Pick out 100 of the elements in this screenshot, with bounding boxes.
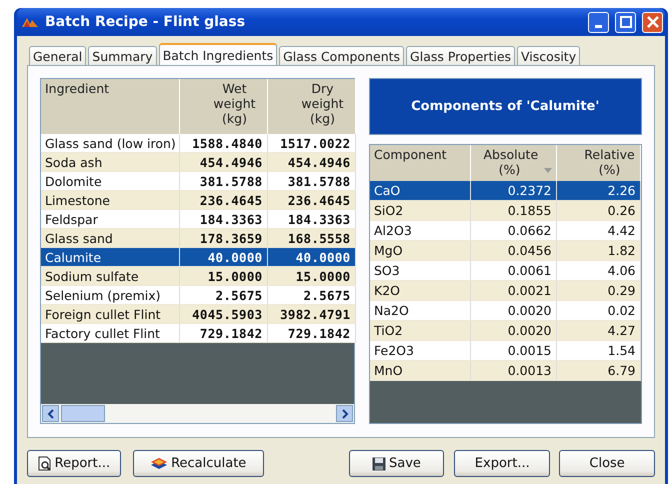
table-cell: SO3 (370, 260, 470, 280)
table-cell: MgO (370, 240, 470, 260)
table-row[interactable]: TiO2 0.0020 4.27 (370, 320, 640, 340)
table-cell: 1.82 (556, 240, 640, 260)
table-cell: 3982.4791 (267, 304, 355, 324)
table-row[interactable]: Calumite 40.0000 40.0000 (41, 248, 355, 266)
column-header[interactable]: Dry weight (kg) (267, 79, 355, 134)
table-row[interactable]: Foreign cullet Flint 4045.5903 3982.4791 (41, 304, 355, 324)
maximize-button[interactable] (615, 12, 636, 32)
table-cell: 0.2372 (470, 181, 556, 200)
table-row[interactable]: Factory cullet Flint 729.1842 729.1842 (41, 324, 355, 342)
close-icon (646, 16, 658, 28)
tab[interactable]: Viscosity (517, 46, 580, 65)
table-cell: 4.42 (556, 220, 640, 240)
table-cell: Al2O3 (370, 220, 470, 240)
table-cell: 1588.4840 (179, 134, 267, 152)
table-cell: 4.27 (556, 320, 640, 340)
action-button[interactable]: Save (348, 450, 444, 477)
table-cell: Foreign cullet Flint (41, 304, 179, 324)
table-cell: 381.5788 (179, 172, 267, 190)
table-row[interactable]: SO3 0.0061 4.06 (370, 260, 640, 280)
table-cell: Soda ash (41, 152, 179, 172)
scroll-thumb[interactable] (61, 405, 105, 422)
table-cell: Factory cullet Flint (41, 324, 179, 342)
table-cell: 454.4946 (179, 152, 267, 172)
tab[interactable]: Glass Components (279, 46, 404, 65)
column-header[interactable]: Absolute (%) (470, 145, 556, 181)
tab[interactable]: General (29, 46, 86, 65)
app-logo-icon (21, 16, 39, 28)
table-row[interactable]: K2O 0.0021 0.29 (370, 280, 640, 300)
table-cell: 2.5675 (179, 286, 267, 304)
table-cell: 2.5675 (267, 286, 355, 304)
table-row[interactable]: CaO 0.2372 2.26 (370, 181, 640, 200)
table-cell: 729.1842 (267, 324, 355, 342)
table-cell: 729.1842 (179, 324, 267, 342)
table-cell: 0.0456 (470, 240, 556, 260)
table-cell: Limestone (41, 190, 179, 210)
table-cell: 236.4645 (179, 190, 267, 210)
table-row[interactable]: Glass sand (low iron) 1588.4840 1517.0022 (41, 134, 355, 152)
table-cell: 4045.5903 (179, 304, 267, 324)
table-cell: Selenium (premix) (41, 286, 179, 304)
table-cell: Sodium sulfate (41, 266, 179, 286)
table-row[interactable]: Al2O3 0.0662 4.42 (370, 220, 640, 240)
table-cell: 40.0000 (267, 248, 355, 266)
horizontal-scrollbar[interactable] (41, 404, 354, 423)
column-header[interactable]: Wet weight (kg) (179, 79, 267, 134)
table-cell: 0.0061 (470, 260, 556, 280)
table-cell: 184.3363 (267, 210, 355, 228)
column-header[interactable]: Component (370, 145, 470, 181)
table-row[interactable]: Dolomite 381.5788 381.5788 (41, 172, 355, 190)
close-window-button[interactable] (642, 12, 663, 32)
table-row[interactable]: SiO2 0.1855 0.26 (370, 200, 640, 220)
table-cell: 184.3363 (179, 210, 267, 228)
table-cell: Glass sand (low iron) (41, 134, 179, 152)
table-cell: 381.5788 (267, 172, 355, 190)
sort-caret-icon (544, 168, 552, 174)
table-cell: SiO2 (370, 200, 470, 220)
action-button[interactable]: Close (559, 450, 655, 477)
layers-icon (150, 456, 168, 471)
table-row[interactable]: Selenium (premix) 2.5675 2.5675 (41, 286, 355, 304)
table-row[interactable]: Limestone 236.4645 236.4645 (41, 190, 355, 210)
scroll-right-button[interactable] (336, 405, 353, 422)
table-cell: 454.4946 (267, 152, 355, 172)
table-cell: 40.0000 (179, 248, 267, 266)
chevron-right-icon (340, 408, 348, 418)
table-cell: 0.26 (556, 200, 640, 220)
chevron-left-icon (46, 408, 54, 418)
table-cell: 0.0020 (470, 320, 556, 340)
table-cell: K2O (370, 280, 470, 300)
table-row[interactable]: Sodium sulfate 15.0000 15.0000 (41, 266, 355, 286)
column-header[interactable]: Ingredient (41, 79, 179, 134)
table-cell: Glass sand (41, 228, 179, 248)
table-cell: 15.0000 (267, 266, 355, 286)
table-row[interactable]: Soda ash 454.4946 454.4946 (41, 152, 355, 172)
table-cell: 6.79 (556, 360, 640, 380)
components-title: Components of 'Calumite' (369, 78, 642, 135)
table-row[interactable]: Glass sand 178.3659 168.5558 (41, 228, 355, 248)
table-cell: 0.0020 (470, 300, 556, 320)
table-cell: MnO (370, 360, 470, 380)
action-button[interactable]: Recalculate (132, 450, 264, 477)
table-cell: 0.0662 (470, 220, 556, 240)
table-row[interactable]: MnO 0.0013 6.79 (370, 360, 640, 380)
action-button[interactable]: Export... (454, 450, 550, 477)
scroll-left-button[interactable] (42, 405, 59, 422)
table-row[interactable]: Na2O 0.0020 0.02 (370, 300, 640, 320)
column-header[interactable]: Relative (%) (556, 145, 640, 181)
tab[interactable]: Glass Properties (406, 46, 516, 65)
table-cell: 0.29 (556, 280, 640, 300)
action-button[interactable]: Report... (27, 450, 121, 477)
table-cell: 0.1855 (470, 200, 556, 220)
document-magnifier-icon (38, 456, 52, 471)
table-cell: Na2O (370, 300, 470, 320)
table-row[interactable]: MgO 0.0456 1.82 (370, 240, 640, 260)
table-cell: 0.0013 (470, 360, 556, 380)
minimize-button[interactable] (588, 12, 609, 32)
table-row[interactable]: Feldspar 184.3363 184.3363 (41, 210, 355, 228)
table-cell: 0.0015 (470, 340, 556, 360)
table-row[interactable]: Fe2O3 0.0015 1.54 (370, 340, 640, 360)
tab[interactable]: Summary (88, 46, 157, 65)
tab[interactable]: Batch Ingredients (158, 43, 278, 65)
